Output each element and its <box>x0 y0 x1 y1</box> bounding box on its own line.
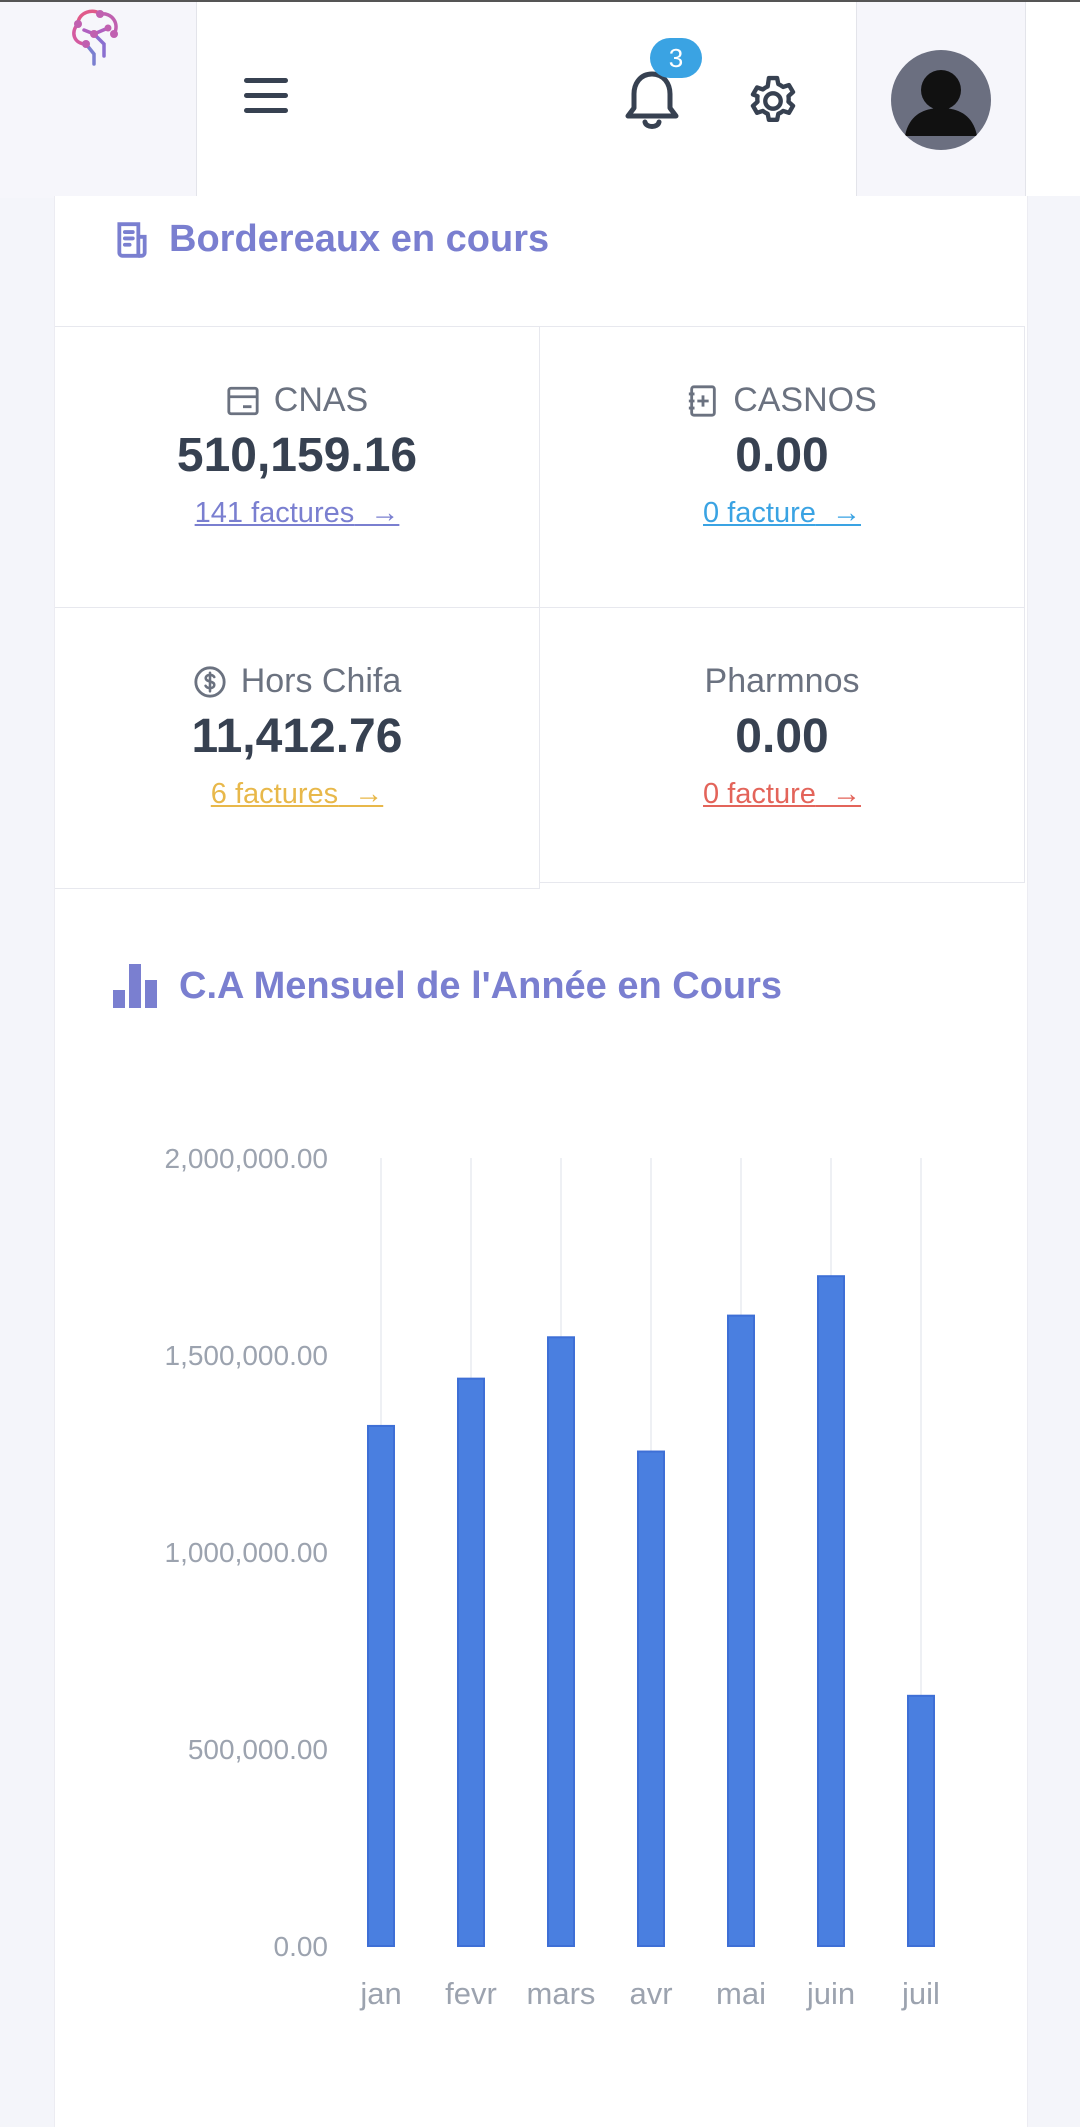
y-tick-label: 1,000,000.00 <box>165 1537 329 1568</box>
x-tick-label: jan <box>359 1976 401 2011</box>
y-tick-label: 0.00 <box>274 1931 329 1962</box>
y-tick-label: 1,500,000.00 <box>165 1340 329 1371</box>
bar-jan[interactable] <box>367 1424 395 1948</box>
bar-mai[interactable] <box>727 1314 755 1947</box>
bar-juil[interactable] <box>907 1694 935 1948</box>
y-tick-label: 500,000.00 <box>188 1734 328 1765</box>
monthly-revenue-chart: 0.00 500,000.00 1,000,000.00 1,500,000.00 2,… <box>165 1143 940 2011</box>
y-tick-label: 2,000,000.00 <box>165 1143 329 1174</box>
x-tick-label: fevr <box>445 1976 497 2011</box>
bar-juin[interactable] <box>817 1275 845 1947</box>
x-tick-label: juin <box>806 1976 855 2011</box>
x-tick-label: mars <box>527 1976 596 2011</box>
bar-avr[interactable] <box>637 1450 665 1948</box>
x-tick-label: juil <box>901 1976 940 2011</box>
bar-fevr[interactable] <box>457 1377 485 1947</box>
bar-mars[interactable] <box>547 1336 575 1947</box>
x-tick-label: avr <box>629 1976 672 2011</box>
x-tick-label: mai <box>716 1976 766 2011</box>
